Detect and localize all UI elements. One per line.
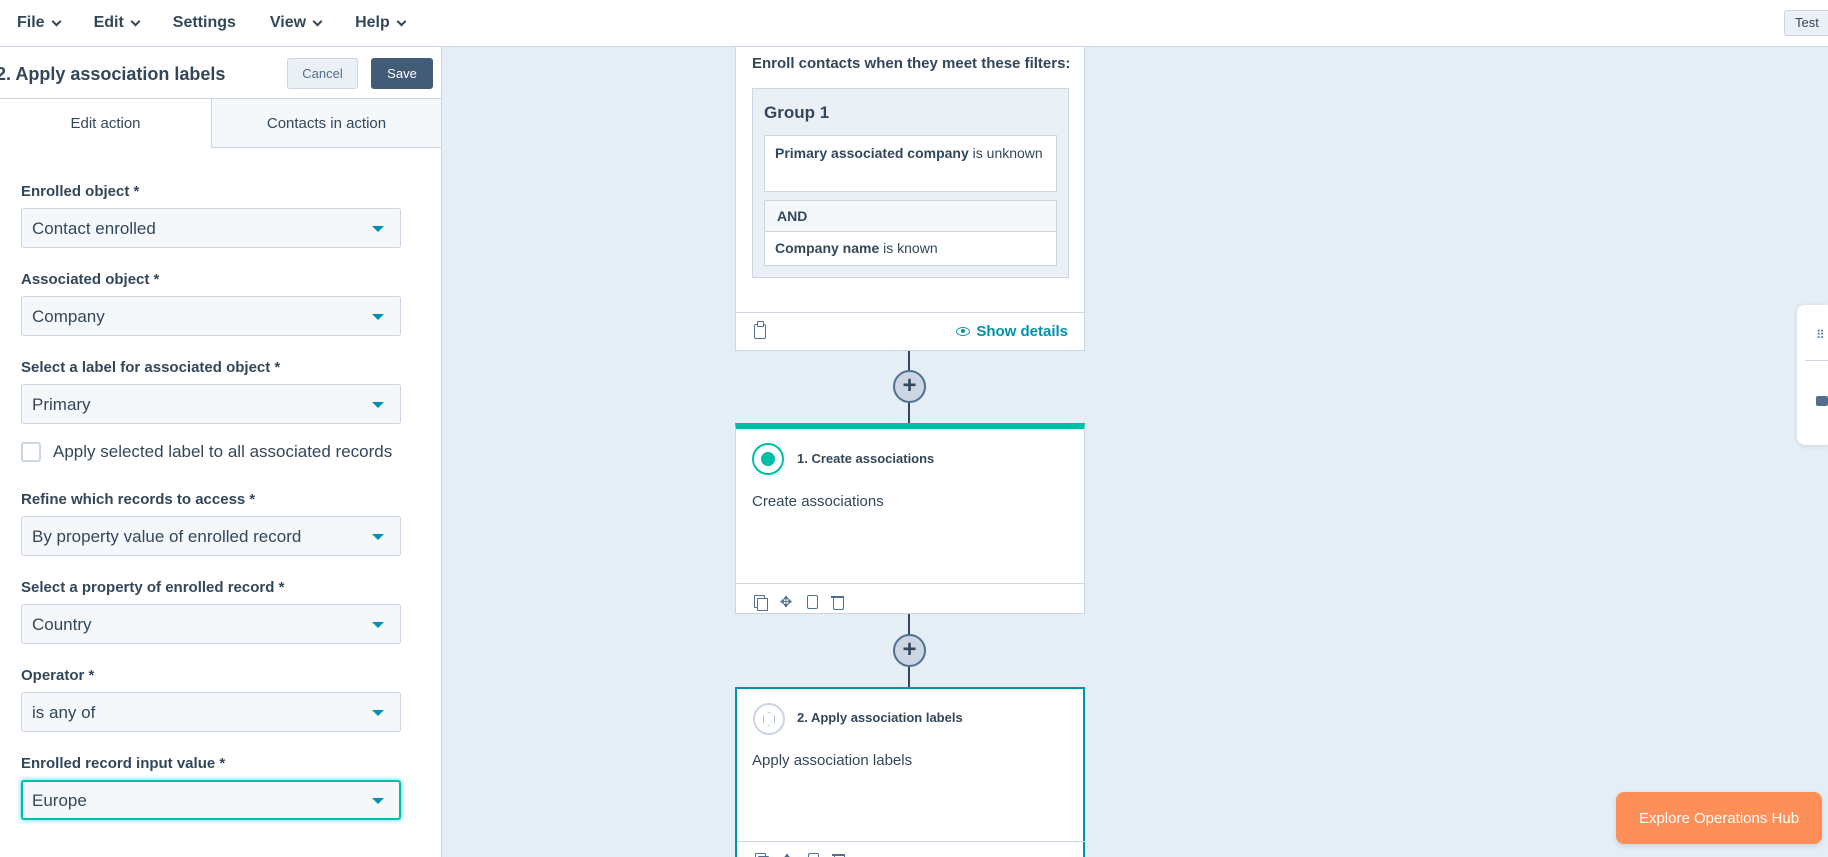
- property-select[interactable]: Country: [21, 604, 401, 644]
- cube-icon: [753, 703, 785, 735]
- filter2-condition: is known: [879, 240, 938, 256]
- eye-icon: [956, 327, 971, 336]
- action2-title: 2. Apply association labels: [797, 710, 963, 725]
- action-card-create-associations[interactable]: 1. Create associations Create associatio…: [735, 423, 1085, 614]
- add-action-button[interactable]: +: [893, 634, 926, 667]
- menu-edit[interactable]: Edit: [77, 0, 156, 47]
- test-button[interactable]: Test: [1784, 10, 1828, 36]
- menu-help[interactable]: Help: [338, 0, 422, 47]
- menu-file[interactable]: File: [0, 0, 77, 47]
- label-select-label: Select a label for associated object *: [21, 359, 281, 376]
- apply-all-checkbox-label: Apply selected label to all associated r…: [53, 442, 393, 461]
- and-filter-block: AND Company name is known: [764, 200, 1057, 266]
- action1-footer: ✥: [736, 583, 1084, 619]
- action2-footer: ✥: [737, 841, 1085, 857]
- association-label-select[interactable]: Primary: [21, 384, 401, 424]
- chevron-down-icon: [396, 16, 407, 26]
- caret-down-icon: [372, 534, 384, 540]
- chevron-down-icon: [312, 16, 323, 26]
- clipboard-icon[interactable]: [754, 321, 766, 339]
- tab-edit-action[interactable]: Edit action: [0, 98, 212, 148]
- refine-records-select[interactable]: By property value of enrolled record: [21, 516, 401, 556]
- show-details-label: Show details: [976, 323, 1068, 340]
- enrollment-trigger-card[interactable]: Enroll contacts when they meet these fil…: [735, 47, 1085, 351]
- input-value-select[interactable]: Europe: [21, 780, 401, 820]
- associated-object-value: Company: [32, 307, 105, 326]
- menu-file-label: File: [17, 14, 45, 31]
- caret-down-icon: [372, 314, 384, 320]
- menu-settings-label: Settings: [172, 14, 236, 31]
- explore-operations-hub-button[interactable]: Explore Operations Hub: [1616, 792, 1822, 844]
- input-value-label: Enrolled record input value *: [21, 755, 226, 772]
- caret-down-icon: [372, 226, 384, 232]
- floating-side-toolbar: ⠿: [1797, 305, 1828, 445]
- menu-view-label: View: [269, 14, 307, 31]
- plus-icon: +: [902, 635, 917, 663]
- move-icon[interactable]: ✥: [779, 852, 795, 857]
- operator-label: Operator *: [21, 667, 95, 684]
- chevron-down-icon: [130, 16, 141, 26]
- refine-records-value: By property value of enrolled record: [32, 527, 302, 546]
- action1-description: Create associations: [752, 493, 884, 510]
- clipboard-icon[interactable]: [805, 852, 821, 857]
- property-label: Select a property of enrolled record *: [21, 579, 285, 596]
- enroll-heading: Enroll contacts when they meet these fil…: [752, 55, 1071, 72]
- divider: [1805, 360, 1828, 361]
- add-action-button[interactable]: +: [893, 370, 926, 403]
- caret-down-icon: [372, 622, 384, 628]
- apply-all-checkbox-row[interactable]: Apply selected label to all associated r…: [21, 442, 392, 462]
- menu-view[interactable]: View: [253, 0, 338, 47]
- plus-icon: +: [902, 371, 917, 399]
- tab-contacts-in-action[interactable]: Contacts in action: [212, 98, 441, 148]
- edit-action-panel: 2. Apply association labels Cancel Save …: [0, 47, 442, 857]
- copy-icon[interactable]: [753, 852, 769, 857]
- associated-object-label: Associated object *: [21, 271, 160, 288]
- association-label-value: Primary: [32, 395, 91, 414]
- associated-object-select[interactable]: Company: [21, 296, 401, 336]
- panel-header: 2. Apply association labels Cancel Save: [0, 47, 441, 99]
- show-details-link[interactable]: Show details: [956, 323, 1068, 340]
- chat-icon[interactable]: [1816, 396, 1828, 406]
- caret-down-icon: [372, 402, 384, 408]
- menu-edit-label: Edit: [93, 14, 124, 31]
- filter1-condition: is unknown: [968, 145, 1043, 161]
- enrolled-object-value: Contact enrolled: [32, 219, 156, 238]
- enrolled-object-label: Enrolled object *: [21, 183, 140, 200]
- action2-description: Apply association labels: [752, 752, 913, 769]
- menu-settings[interactable]: Settings: [156, 0, 253, 47]
- input-value-value: Europe: [32, 791, 87, 810]
- group-title: Group 1: [764, 103, 830, 122]
- panel-tabs: Edit action Contacts in action: [0, 98, 441, 148]
- panel-title: 2. Apply association labels: [0, 64, 226, 84]
- property-value: Country: [32, 615, 92, 634]
- caret-down-icon: [372, 798, 384, 804]
- cancel-button[interactable]: Cancel: [287, 58, 358, 89]
- menu-help-label: Help: [355, 14, 390, 31]
- enrolled-object-select[interactable]: Contact enrolled: [21, 208, 401, 248]
- copy-icon[interactable]: [752, 594, 768, 611]
- move-icon[interactable]: ✥: [778, 594, 794, 611]
- trash-icon[interactable]: [830, 594, 846, 610]
- caret-down-icon: [372, 710, 384, 716]
- enroll-card-footer: Show details: [736, 312, 1084, 350]
- operator-value: is any of: [32, 703, 96, 722]
- and-label: AND: [765, 201, 1056, 232]
- action-card-apply-association-labels[interactable]: 2. Apply association labels Apply associ…: [735, 687, 1085, 857]
- filter-group: Group 1 Primary associated company is un…: [752, 88, 1069, 278]
- filter-primary-company: Primary associated company is unknown: [764, 135, 1057, 192]
- filter2-property: Company name: [775, 240, 880, 256]
- filter1-property: Primary associated company: [775, 145, 969, 161]
- menubar: File Edit Settings View Help Test: [0, 0, 1828, 47]
- refine-records-label: Refine which records to access *: [21, 491, 256, 508]
- associations-icon: [752, 443, 784, 475]
- grid-icon[interactable]: ⠿: [1816, 328, 1825, 342]
- operator-select[interactable]: is any of: [21, 692, 401, 732]
- clipboard-icon[interactable]: [804, 594, 820, 610]
- apply-all-checkbox[interactable]: [21, 442, 41, 462]
- chevron-down-icon: [51, 16, 62, 26]
- trash-icon[interactable]: [831, 852, 847, 857]
- filter-company-name: Company name is known: [765, 232, 1056, 264]
- action1-title: 1. Create associations: [797, 451, 935, 466]
- save-button[interactable]: Save: [371, 58, 433, 89]
